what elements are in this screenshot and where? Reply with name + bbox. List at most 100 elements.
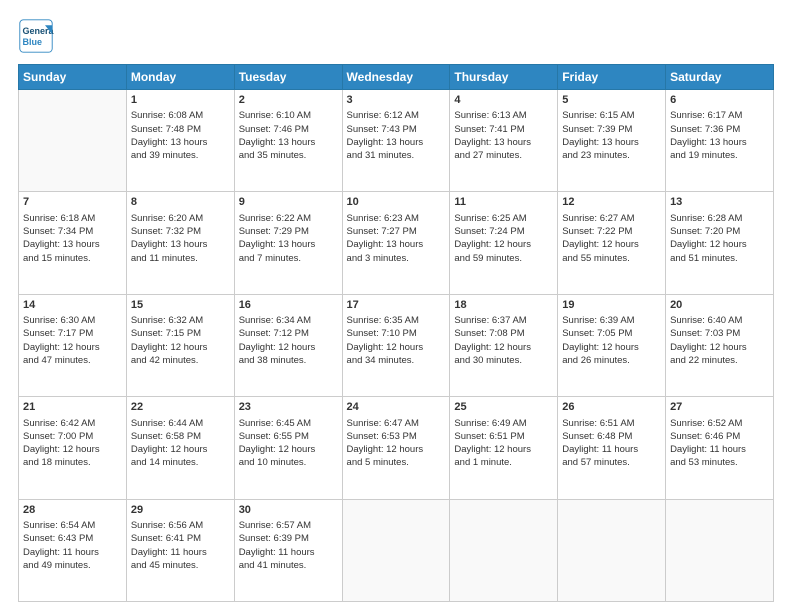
day-info: Sunrise: 6:54 AM <box>23 519 122 532</box>
day-info: Daylight: 12 hours <box>454 341 553 354</box>
day-number: 30 <box>239 503 338 518</box>
day-info: Sunrise: 6:27 AM <box>562 212 661 225</box>
day-info: Daylight: 12 hours <box>23 443 122 456</box>
day-info: Sunset: 7:36 PM <box>670 123 769 136</box>
day-info: and 7 minutes. <box>239 252 338 265</box>
day-info: Sunset: 7:39 PM <box>562 123 661 136</box>
calendar-cell: 21Sunrise: 6:42 AMSunset: 7:00 PMDayligh… <box>19 397 127 499</box>
day-info: Sunset: 7:20 PM <box>670 225 769 238</box>
calendar-cell: 28Sunrise: 6:54 AMSunset: 6:43 PMDayligh… <box>19 499 127 601</box>
day-info: Sunset: 7:43 PM <box>347 123 446 136</box>
calendar-cell: 13Sunrise: 6:28 AMSunset: 7:20 PMDayligh… <box>666 192 774 294</box>
day-info: Sunset: 6:48 PM <box>562 430 661 443</box>
day-info: Daylight: 13 hours <box>454 136 553 149</box>
calendar-cell: 16Sunrise: 6:34 AMSunset: 7:12 PMDayligh… <box>234 294 342 396</box>
calendar-cell: 1Sunrise: 6:08 AMSunset: 7:48 PMDaylight… <box>126 90 234 192</box>
day-info: Sunset: 6:43 PM <box>23 532 122 545</box>
day-info: and 39 minutes. <box>131 149 230 162</box>
day-number: 17 <box>347 298 446 313</box>
calendar-body: 1Sunrise: 6:08 AMSunset: 7:48 PMDaylight… <box>19 90 774 602</box>
day-info: Daylight: 12 hours <box>347 443 446 456</box>
calendar-cell <box>666 499 774 601</box>
day-info: Sunset: 7:22 PM <box>562 225 661 238</box>
day-info: Sunset: 7:03 PM <box>670 327 769 340</box>
day-number: 25 <box>454 400 553 415</box>
day-number: 7 <box>23 195 122 210</box>
calendar-table: SundayMondayTuesdayWednesdayThursdayFrid… <box>18 64 774 602</box>
day-info: Sunrise: 6:30 AM <box>23 314 122 327</box>
day-info: Daylight: 12 hours <box>454 238 553 251</box>
day-number: 27 <box>670 400 769 415</box>
calendar-cell: 5Sunrise: 6:15 AMSunset: 7:39 PMDaylight… <box>558 90 666 192</box>
calendar-cell <box>558 499 666 601</box>
day-info: and 15 minutes. <box>23 252 122 265</box>
day-info: Daylight: 12 hours <box>347 341 446 354</box>
day-info: Sunrise: 6:44 AM <box>131 417 230 430</box>
day-info: Sunset: 7:24 PM <box>454 225 553 238</box>
calendar-cell: 2Sunrise: 6:10 AMSunset: 7:46 PMDaylight… <box>234 90 342 192</box>
day-info: Daylight: 12 hours <box>562 238 661 251</box>
day-number: 23 <box>239 400 338 415</box>
day-info: Sunrise: 6:57 AM <box>239 519 338 532</box>
day-info: Sunset: 7:32 PM <box>131 225 230 238</box>
calendar-cell <box>450 499 558 601</box>
day-info: and 30 minutes. <box>454 354 553 367</box>
calendar-cell: 30Sunrise: 6:57 AMSunset: 6:39 PMDayligh… <box>234 499 342 601</box>
day-info: Sunrise: 6:22 AM <box>239 212 338 225</box>
day-info: and 34 minutes. <box>347 354 446 367</box>
day-info: and 27 minutes. <box>454 149 553 162</box>
day-info: Daylight: 13 hours <box>347 136 446 149</box>
calendar-week-row: 14Sunrise: 6:30 AMSunset: 7:17 PMDayligh… <box>19 294 774 396</box>
day-info: Sunrise: 6:10 AM <box>239 109 338 122</box>
day-number: 21 <box>23 400 122 415</box>
header: General Blue <box>18 18 774 54</box>
calendar-cell: 19Sunrise: 6:39 AMSunset: 7:05 PMDayligh… <box>558 294 666 396</box>
day-info: Sunset: 6:55 PM <box>239 430 338 443</box>
day-info: and 23 minutes. <box>562 149 661 162</box>
day-info: Sunset: 7:08 PM <box>454 327 553 340</box>
day-info: Daylight: 12 hours <box>670 341 769 354</box>
calendar-cell: 15Sunrise: 6:32 AMSunset: 7:15 PMDayligh… <box>126 294 234 396</box>
day-info: and 38 minutes. <box>239 354 338 367</box>
calendar-cell: 18Sunrise: 6:37 AMSunset: 7:08 PMDayligh… <box>450 294 558 396</box>
day-info: and 18 minutes. <box>23 456 122 469</box>
day-number: 24 <box>347 400 446 415</box>
day-info: Sunset: 7:29 PM <box>239 225 338 238</box>
calendar-cell: 22 Sunrise: 6:44 AMSunset: 6:58 PMDayligh… <box>126 397 234 499</box>
day-number: 22 <box>131 400 230 415</box>
day-info: Daylight: 13 hours <box>23 238 122 251</box>
day-info: Daylight: 12 hours <box>131 443 230 456</box>
day-number: 14 <box>23 298 122 313</box>
day-number: 9 <box>239 195 338 210</box>
day-info: and 49 minutes. <box>23 559 122 572</box>
calendar-cell: 17Sunrise: 6:35 AMSunset: 7:10 PMDayligh… <box>342 294 450 396</box>
day-info: Sunset: 6:58 PM <box>131 430 230 443</box>
day-number: 19 <box>562 298 661 313</box>
calendar-day-header: Sunday <box>19 65 127 90</box>
day-info: Sunrise: 6:17 AM <box>670 109 769 122</box>
day-info: Daylight: 11 hours <box>131 546 230 559</box>
day-info: Sunrise: 6:34 AM <box>239 314 338 327</box>
day-info: and 10 minutes. <box>239 456 338 469</box>
day-number: 8 <box>131 195 230 210</box>
day-info: Daylight: 12 hours <box>23 341 122 354</box>
day-info: and 11 minutes. <box>131 252 230 265</box>
day-info: Daylight: 13 hours <box>670 136 769 149</box>
day-info: Sunrise: 6:47 AM <box>347 417 446 430</box>
day-info: Sunrise: 6:56 AM <box>131 519 230 532</box>
day-info: Sunset: 7:15 PM <box>131 327 230 340</box>
day-info: Sunset: 6:39 PM <box>239 532 338 545</box>
day-info: Daylight: 13 hours <box>131 238 230 251</box>
logo-icon: General Blue <box>18 18 54 54</box>
calendar-cell: 26Sunrise: 6:51 AMSunset: 6:48 PMDayligh… <box>558 397 666 499</box>
day-number: 20 <box>670 298 769 313</box>
day-info: Daylight: 11 hours <box>23 546 122 559</box>
svg-text:Blue: Blue <box>23 37 43 47</box>
day-info: and 14 minutes. <box>131 456 230 469</box>
calendar-day-header: Saturday <box>666 65 774 90</box>
calendar-cell: 10Sunrise: 6:23 AMSunset: 7:27 PMDayligh… <box>342 192 450 294</box>
day-info: Sunrise: 6:18 AM <box>23 212 122 225</box>
day-info: and 51 minutes. <box>670 252 769 265</box>
day-info: Daylight: 13 hours <box>131 136 230 149</box>
day-number: 13 <box>670 195 769 210</box>
